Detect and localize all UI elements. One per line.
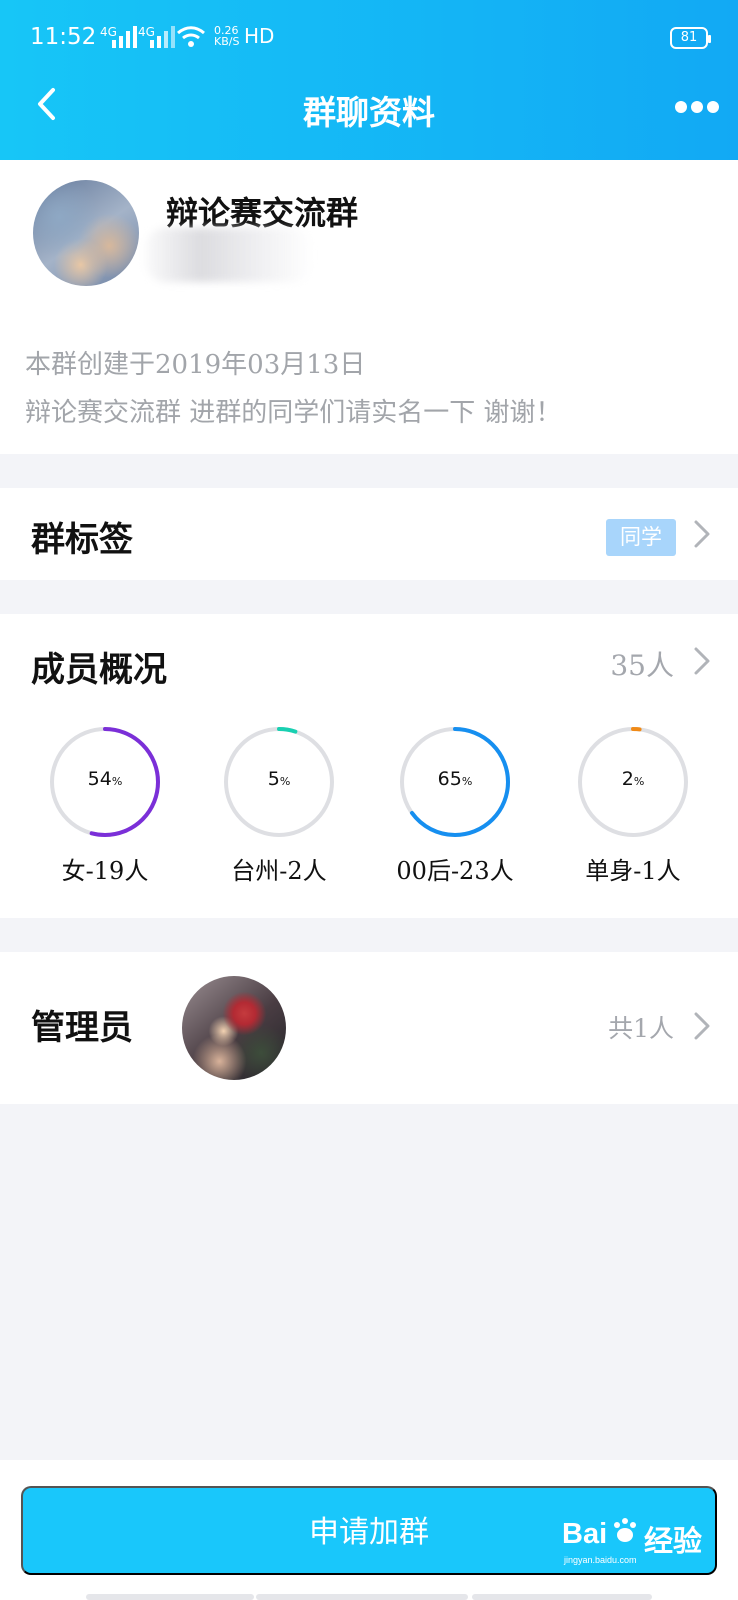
location-percentage: 5%: [267, 768, 291, 790]
member-overview-label: 成员概况: [31, 650, 167, 690]
group-tag-badge: 同学: [606, 519, 676, 556]
member-stat-location: 5% 台州-2人: [202, 725, 352, 885]
app-header: 11:52 4G 4G 0.26 KB/S HD 81 群聊资料: [0, 0, 738, 160]
signal-icon: [112, 26, 137, 48]
network-speed: 0.26 KB/S: [214, 24, 240, 48]
watermark-brand-suffix: 经验: [644, 1526, 703, 1558]
baidu-experience-watermark: Bai 经验 jingyan.baidu.com: [562, 1517, 722, 1565]
bottom-action-bar: 申请加群 Bai 经验 jingyan.baidu.com: [0, 1460, 738, 1600]
indicator-segment: [256, 1594, 468, 1600]
watermark-brand: Bai: [562, 1518, 608, 1550]
member-stat-age: 65% 00后-23人: [378, 725, 528, 885]
admin-row[interactable]: 管理员 共1人: [0, 952, 738, 1104]
page-title: 群聊资料: [303, 93, 435, 132]
group-description: 辩论赛交流群 进群的同学们请实名一下 谢谢！: [25, 398, 562, 428]
chevron-right-icon: [694, 520, 710, 548]
group-tags-row[interactable]: 群标签 同学: [0, 488, 738, 580]
location-stat-label: 台州-2人: [231, 857, 327, 885]
member-count: 35人: [610, 649, 674, 682]
female-percentage: 54%: [87, 768, 123, 790]
age-percentage: 65%: [437, 768, 473, 790]
indicator-segment: [86, 1594, 254, 1600]
indicator-segment: [472, 1594, 652, 1600]
blurred-group-id: [145, 228, 313, 282]
chevron-right-icon: [694, 1012, 710, 1040]
watermark-site: jingyan.baidu.com: [564, 1555, 637, 1565]
wifi-icon: [177, 26, 205, 47]
battery-icon: 81: [670, 27, 711, 49]
more-horizontal-icon[interactable]: [674, 100, 720, 114]
signal-icon: [150, 26, 175, 48]
admin-count: 共1人: [608, 1014, 674, 1043]
admin-label: 管理员: [31, 1008, 133, 1048]
status-time: 11:52: [30, 24, 97, 50]
member-overview-card[interactable]: 成员概况 35人 54% 女-19人 5% 台州-2人 65% 00后-23人: [0, 614, 738, 918]
group-profile-card: 辩论赛交流群 本群创建于2019年03月13日 辩论赛交流群 进群的同学们请实名…: [0, 160, 738, 454]
member-stat-single: 2% 单身-1人: [556, 725, 706, 885]
single-percentage: 2%: [621, 768, 645, 790]
group-created-date: 本群创建于2019年03月13日: [25, 350, 366, 380]
bottom-navigation-indicator: [86, 1594, 652, 1600]
age-stat-label: 00后-23人: [396, 857, 514, 885]
female-stat-label: 女-19人: [61, 857, 149, 885]
hd-indicator: HD: [244, 24, 275, 48]
group-avatar[interactable]: [33, 180, 139, 286]
status-bar: 11:52 4G 4G 0.26 KB/S HD 81: [30, 22, 711, 54]
member-stat-female: 54% 女-19人: [28, 725, 178, 885]
group-tags-label: 群标签: [31, 520, 133, 560]
admin-avatar[interactable]: [182, 976, 286, 1080]
single-stat-label: 单身-1人: [585, 857, 681, 885]
chevron-right-icon: [694, 647, 710, 675]
paw-icon: [614, 1518, 636, 1542]
